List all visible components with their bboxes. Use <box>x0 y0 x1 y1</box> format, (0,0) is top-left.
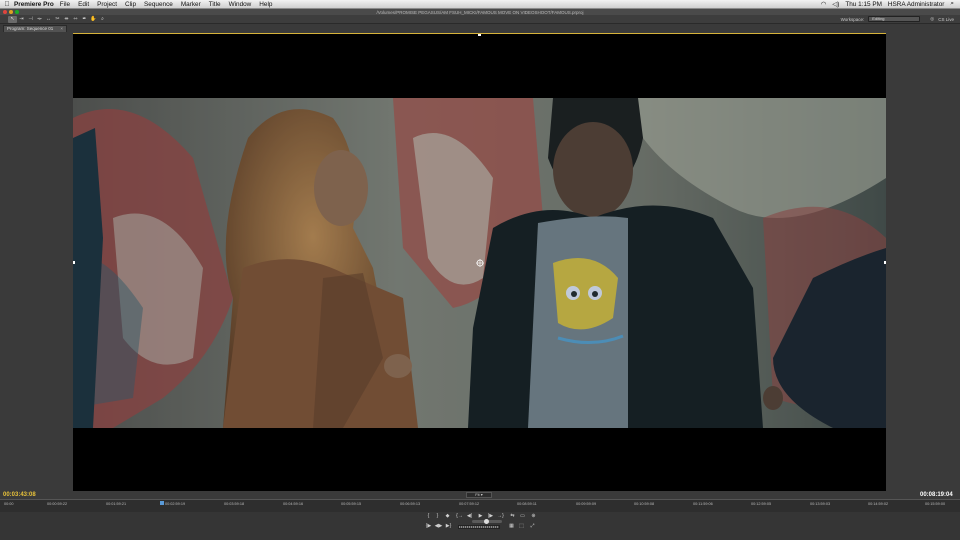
extract-button[interactable]: ⬚ <box>517 523 526 530</box>
jog-wheel[interactable] <box>458 525 500 529</box>
menu-window[interactable]: Window <box>229 1 252 8</box>
ripple-edit-tool-icon[interactable]: ⊣ <box>26 16 35 23</box>
wifi-icon[interactable]: ◠ <box>821 0 827 8</box>
go-to-out-button[interactable]: →} <box>496 513 505 520</box>
hand-tool-icon[interactable]: ✋ <box>89 16 98 23</box>
close-tab-icon[interactable]: × <box>60 26 63 32</box>
ruler-label: 00:14:59:02 <box>868 502 889 506</box>
slip-tool-icon[interactable]: ⇹ <box>62 16 71 23</box>
add-marker-button[interactable]: ◆ <box>443 513 452 520</box>
ruler-label: 00:01:59:21 <box>106 502 127 506</box>
mac-menubar:  Premiere Pro File Edit Project Clip Se… <box>0 0 960 9</box>
spotlight-icon[interactable]: ⌕ <box>950 0 954 8</box>
output-button[interactable]: ⊕ <box>529 513 538 520</box>
menu-file[interactable]: File <box>60 1 70 8</box>
export-frame-button[interactable]: ⤢ <box>528 523 537 530</box>
duration-timecode: 00:08:19:04 <box>920 492 953 498</box>
tools-toolbar: ↖ ⇥ ⊣ ⟛ ↔ ✂ ⇹ ⇿ ✒ ✋ ⌕ Workspace: Editing… <box>0 15 960 24</box>
play-around-button[interactable]: ◀▶ <box>434 523 443 530</box>
anchor-point-icon[interactable] <box>476 259 484 267</box>
zoom-fit-select[interactable]: Fit ▾ <box>466 492 492 498</box>
ruler-label: 00:05:59:15 <box>341 502 362 506</box>
mark-in-button[interactable]: { <box>424 513 433 520</box>
pen-tool-icon[interactable]: ✒ <box>80 16 89 23</box>
menu-title[interactable]: Title <box>209 1 221 8</box>
lift-button[interactable]: ▦ <box>507 523 516 530</box>
go-to-in-button[interactable]: {→ <box>455 513 464 520</box>
ruler-label: 00:15:59:00 <box>925 502 946 506</box>
tab-program-monitor[interactable]: Program: Sequence 01 × <box>3 25 67 32</box>
cs-live-label[interactable]: CS Live <box>938 17 954 22</box>
ruler-label: 00:13:59:03 <box>810 502 831 506</box>
menu-project[interactable]: Project <box>97 1 117 8</box>
rolling-edit-tool-icon[interactable]: ⟛ <box>35 16 44 23</box>
ruler-label: 00:11:59:06 <box>693 502 713 506</box>
workspace-label: Workspace: <box>840 16 865 22</box>
slide-tool-icon[interactable]: ⇿ <box>71 16 80 23</box>
mark-out-button[interactable]: } <box>433 513 442 520</box>
track-select-tool-icon[interactable]: ⇥ <box>17 16 26 23</box>
rate-stretch-tool-icon[interactable]: ↔ <box>44 16 53 23</box>
playhead-marker[interactable] <box>160 501 164 505</box>
volume-icon[interactable]: ◁) <box>832 0 839 8</box>
step-back-button[interactable]: ◀| <box>465 513 474 520</box>
selection-tool-icon[interactable]: ↖ <box>8 15 17 23</box>
app-menu[interactable]: Premiere Pro <box>14 1 54 8</box>
workspace-select[interactable]: Editing <box>868 16 921 22</box>
loop-button[interactable]: ⇆ <box>508 513 517 520</box>
program-monitor-viewer[interactable] <box>73 33 886 491</box>
current-timecode[interactable]: 00:03:43:08 <box>3 492 36 498</box>
menu-edit[interactable]: Edit <box>78 1 89 8</box>
frame-handle-top[interactable] <box>478 34 481 36</box>
frame-handle-left[interactable] <box>73 261 75 264</box>
ruler-label: 00:10:59:08 <box>634 502 655 506</box>
ruler-label: 00:00:59:22 <box>47 502 68 506</box>
zoom-tool-icon[interactable]: ⌕ <box>98 16 107 23</box>
ruler-label: 00:04:59:16 <box>283 502 304 506</box>
menubar-clock[interactable]: Thu 1:15 PM <box>845 1 882 8</box>
menu-marker[interactable]: Marker <box>181 1 201 8</box>
menu-clip[interactable]: Clip <box>125 1 136 8</box>
window-title: /Volumes/PROMISE PEGASUS/AM FSUH_MICKI/F… <box>376 9 584 15</box>
ruler-label: 00:06:59:13 <box>400 502 421 506</box>
menu-sequence[interactable]: Sequence <box>144 1 173 8</box>
ruler-label: 00:12:59:05 <box>751 502 772 506</box>
ruler-label: 00:09:59:09 <box>576 502 597 506</box>
menu-help[interactable]: Help <box>259 1 272 8</box>
ruler-label: 00:02:59:19 <box>165 502 186 506</box>
menubar-status-area: ◠ ◁) Thu 1:15 PM HSRA Administrator ⌕ <box>821 0 960 8</box>
time-ruler[interactable]: 00:00 00:00:59:22 00:01:59:21 00:02:59:1… <box>0 499 960 512</box>
shuttle-knob[interactable] <box>484 519 489 524</box>
safe-margins-button[interactable]: ▭ <box>518 513 527 520</box>
play-in-to-out-button[interactable]: {▶ <box>424 523 433 530</box>
panel-tab-label: Program: Sequence 01 <box>7 26 54 31</box>
ruler-label: 00:08:59:11 <box>517 502 537 506</box>
ruler-label: 00:07:59:12 <box>459 502 480 506</box>
play-to-out-button[interactable]: ▶} <box>444 523 453 530</box>
frame-handle-right[interactable] <box>884 261 886 264</box>
zoom-fit-value: Fit <box>475 492 480 497</box>
workspace-switcher: Workspace: Editing ◎ CS Live <box>841 16 960 22</box>
ruler-label: 00:03:59:18 <box>224 502 245 506</box>
apple-icon[interactable]:  <box>0 1 14 8</box>
razor-tool-icon[interactable]: ✂ <box>53 16 62 23</box>
menubar-user[interactable]: HSRA Administrator <box>888 1 944 8</box>
cs-live-icon[interactable]: ◎ <box>930 16 934 22</box>
ruler-label: 00:00 <box>4 502 14 506</box>
